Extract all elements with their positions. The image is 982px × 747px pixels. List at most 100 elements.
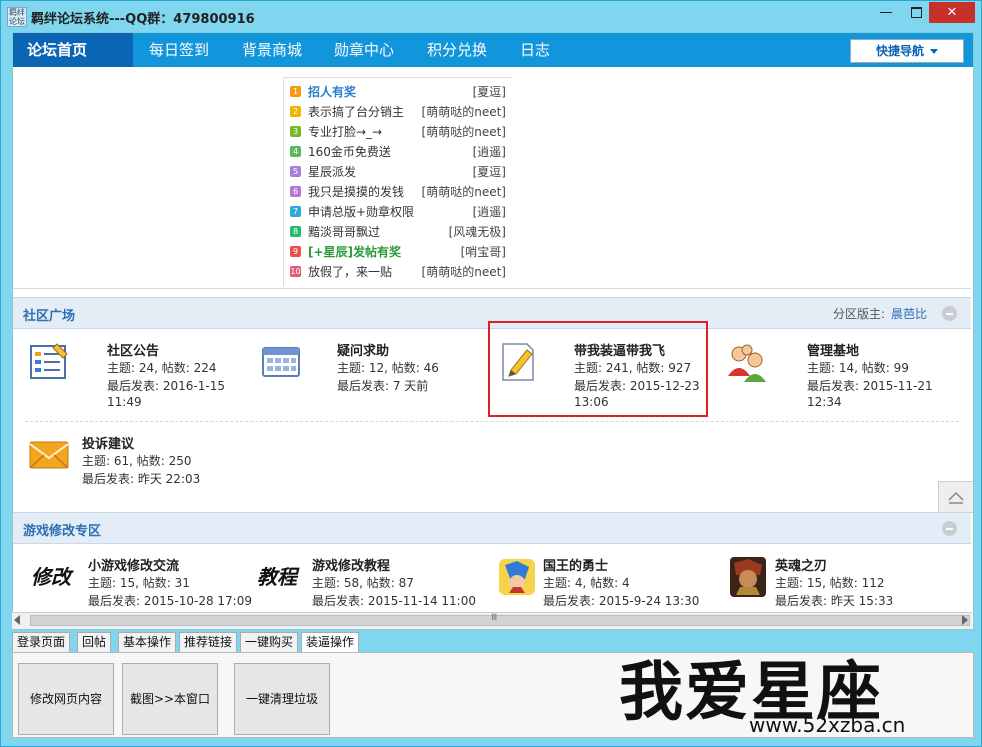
horizontal-scrollbar[interactable]: Ⅲ xyxy=(12,612,972,629)
app-icon: 羁绊论坛 xyxy=(7,7,27,27)
rank-badge: 7 xyxy=(290,206,301,217)
forum-last-post: 最后发表: 昨天 22:03 xyxy=(82,472,201,486)
hot-topic-item[interactable]: 6 我只是摸摸的发钱 [萌萌哒的neet] xyxy=(284,182,512,202)
users-icon[interactable] xyxy=(725,340,769,384)
hot-topic-item[interactable]: 1 招人有奖 [夏逗] xyxy=(284,82,512,102)
hot-topic-title[interactable]: 表示搞了台分销主 xyxy=(308,102,404,122)
hot-topic-title[interactable]: 星辰派发 xyxy=(308,162,356,182)
hot-topic-title[interactable]: 招人有奖 xyxy=(308,82,356,102)
nav-forum-home[interactable]: 论坛首页 xyxy=(13,33,133,67)
envelope-icon[interactable] xyxy=(27,433,71,477)
calligraphy-icon[interactable]: 修改 xyxy=(31,555,75,599)
hot-topic-item[interactable]: 3 专业打脸→_→ [萌萌哒的neet] xyxy=(284,122,512,142)
hot-topic-item[interactable]: 5 星辰派发 [夏逗] xyxy=(284,162,512,182)
rank-badge: 10 xyxy=(290,266,301,277)
section-game-mod-header: 游戏修改专区 xyxy=(13,512,971,544)
hot-topic-author[interactable]: [夏逗] xyxy=(473,162,506,182)
hot-topic-title[interactable]: 专业打脸→_→ xyxy=(308,122,382,142)
hot-topic-author[interactable]: [逍遥] xyxy=(473,202,506,222)
collapse-icon[interactable] xyxy=(942,306,957,321)
forum-last-post: 最后发表: 昨天 15:33 xyxy=(775,594,894,608)
forum-name[interactable]: 游戏修改教程 xyxy=(312,555,390,574)
quick-nav-dropdown[interactable]: 快捷导航 xyxy=(850,39,964,63)
hot-topics-list: 1 招人有奖 [夏逗] 2 表示搞了台分销主 [萌萌哒的neet] 3 专业打脸→_→ [萌萌哒… xyxy=(283,77,512,286)
nav-daily-signin[interactable]: 每日签到 xyxy=(135,33,223,67)
forum-stats: 主题: 4, 帖数: 4 xyxy=(543,576,630,590)
scroll-thumb[interactable]: Ⅲ xyxy=(30,613,970,626)
rank-badge: 8 xyxy=(290,226,301,237)
hot-topic-author[interactable]: [萌萌哒的neet] xyxy=(422,102,506,122)
forum-last-post: 最后发表: 2015-9-24 13:30 xyxy=(543,594,700,608)
back-to-top-button[interactable] xyxy=(938,481,973,513)
hot-topic-title[interactable]: 160金币免费送 xyxy=(308,142,391,162)
moderator-label: 分区版主: xyxy=(832,307,885,321)
divider xyxy=(25,421,959,422)
calendar-icon[interactable] xyxy=(259,340,303,384)
window-title: 羁绊论坛系统---QQ群：479800916 xyxy=(31,12,255,27)
forum-name[interactable]: 国王的勇士 xyxy=(543,555,608,574)
hot-topic-author[interactable]: [萌萌哒的neet] xyxy=(422,122,506,142)
forum-item: 管理基地 主题: 14, 帖数: 99 最后发表: 2015-11-21 12:… xyxy=(725,340,955,426)
hot-topic-author[interactable]: [夏逗] xyxy=(473,82,506,102)
announcement-icon[interactable] xyxy=(27,340,71,384)
nav-points-exchange[interactable]: 积分兑换 xyxy=(413,33,501,67)
top-nav: 论坛首页 每日签到 背景商城 勋章中心 积分兑换 日志 快捷导航 xyxy=(13,33,973,67)
edit-webpage-button[interactable]: 修改网页内容 xyxy=(18,663,114,735)
hot-topic-author[interactable]: [逍遥] xyxy=(473,142,506,162)
hot-topic-title[interactable]: 我只是摸摸的发钱 xyxy=(308,182,404,202)
scroll-left-icon[interactable] xyxy=(14,615,20,625)
hot-topic-title[interactable]: 申请总版+勋章权限 xyxy=(308,202,414,222)
back-to-top-icon xyxy=(948,491,964,504)
hot-topic-author[interactable]: [哨宝哥] xyxy=(461,242,506,262)
hot-topic-title[interactable]: 放假了，来一贴 xyxy=(308,262,392,282)
game-avatar-icon[interactable] xyxy=(726,555,770,599)
tab-login-page[interactable]: 登录页面 xyxy=(12,632,71,653)
tab-basic-ops[interactable]: 基本操作 xyxy=(118,632,177,653)
forum-name[interactable]: 社区公告 xyxy=(107,340,159,359)
hot-topic-item[interactable]: 10 放假了，来一贴 [萌萌哒的neet] xyxy=(284,262,512,282)
forum-name[interactable]: 管理基地 xyxy=(807,340,859,359)
tab-reply[interactable]: 回帖 xyxy=(77,632,112,653)
rank-badge: 9 xyxy=(290,246,301,257)
hot-topic-item[interactable]: 7 申请总版+勋章权限 [逍遥] xyxy=(284,202,512,222)
rank-badge: 5 xyxy=(290,166,301,177)
forum-stats: 主题: 12, 帖数: 46 xyxy=(337,361,439,375)
scroll-right-icon[interactable] xyxy=(962,615,968,625)
hot-topic-title[interactable]: 黯淡哥哥飘过 xyxy=(308,222,380,242)
hot-topic-title[interactable]: [+星辰]发帖有奖 xyxy=(308,242,401,262)
nav-log[interactable]: 日志 xyxy=(506,33,564,67)
screenshot-window-button[interactable]: 截图>>本窗口 xyxy=(122,663,218,735)
forum-name[interactable]: 投诉建议 xyxy=(82,433,134,452)
forum-last-post-time: 12:34 xyxy=(807,395,842,409)
nav-bg-shop[interactable]: 背景商城 xyxy=(228,33,316,67)
moderator-link[interactable]: 晨芭比 xyxy=(891,307,927,321)
hot-topic-author[interactable]: [萌萌哒的neet] xyxy=(422,262,506,282)
hot-topic-item[interactable]: 4 160金币免费送 [逍遥] xyxy=(284,142,512,162)
rank-badge: 3 xyxy=(290,126,301,137)
forum-stats: 主题: 15, 帖数: 112 xyxy=(775,576,885,590)
nav-medal-center[interactable]: 勋章中心 xyxy=(320,33,408,67)
section-title[interactable]: 社区广场 xyxy=(23,305,75,324)
minimize-button[interactable]: — xyxy=(871,2,901,23)
hot-topic-author[interactable]: [萌萌哒的neet] xyxy=(422,182,506,202)
game-avatar-icon[interactable] xyxy=(495,555,539,599)
section-title[interactable]: 游戏修改专区 xyxy=(23,520,101,539)
clean-junk-button[interactable]: 一键清理垃圾 xyxy=(234,663,330,735)
forum-name[interactable]: 小游戏修改交流 xyxy=(88,555,179,574)
close-button[interactable]: ✕ xyxy=(929,2,975,23)
title-bar[interactable]: 羁绊论坛 羁绊论坛系统---QQ群：479800916 — ✕ xyxy=(1,1,981,32)
hot-topic-item[interactable]: 8 黯淡哥哥飘过 [风魂无极] xyxy=(284,222,512,242)
maximize-button[interactable] xyxy=(903,2,929,23)
tab-show-off-ops[interactable]: 装逼操作 xyxy=(301,632,360,654)
hot-topic-item[interactable]: 9 [+星辰]发帖有奖 [哨宝哥] xyxy=(284,242,512,262)
section-moderator: 分区版主: 晨芭比 xyxy=(833,305,927,322)
collapse-icon[interactable] xyxy=(942,521,957,536)
forum-name[interactable]: 英魂之刃 xyxy=(775,555,827,574)
forum-name[interactable]: 疑问求助 xyxy=(337,340,389,359)
maximize-icon xyxy=(910,7,922,18)
hot-topic-author[interactable]: [风魂无极] xyxy=(449,222,506,242)
tab-recommended-links[interactable]: 推荐链接 xyxy=(179,632,238,653)
tab-one-click-buy[interactable]: 一键购买 xyxy=(240,632,299,653)
calligraphy-icon[interactable]: 教程 xyxy=(257,555,301,599)
hot-topic-item[interactable]: 2 表示搞了台分销主 [萌萌哒的neet] xyxy=(284,102,512,122)
